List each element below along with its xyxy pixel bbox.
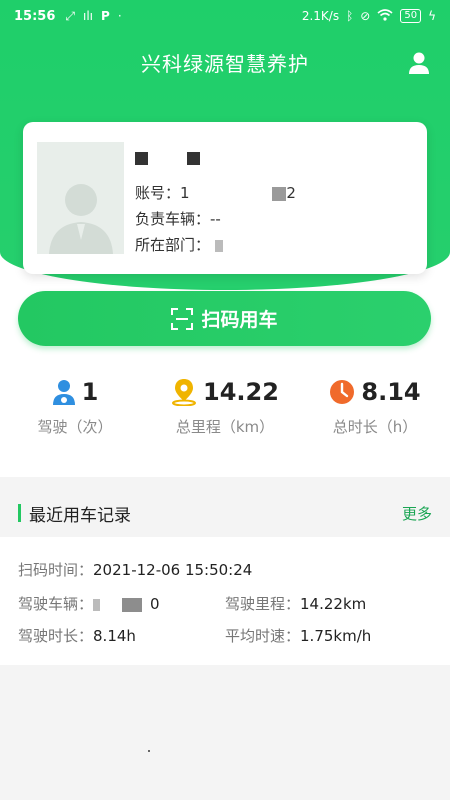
vehicle-value-end: 0: [150, 595, 160, 613]
stat-drives: 1 驾驶（次）: [0, 378, 150, 448]
stat-duration-value: 8.14: [361, 378, 421, 406]
user-profile-button[interactable]: [406, 50, 432, 76]
user-name-masked: [135, 148, 201, 167]
stat-mileage-value: 14.22: [203, 378, 279, 406]
scan-icon: [171, 307, 194, 330]
stat-drives-label: 驾驶（次）: [37, 418, 113, 436]
scan-time-label: 扫码时间：: [18, 561, 94, 579]
account-mask: [272, 186, 287, 201]
scan-to-use-button[interactable]: 扫码用车: [18, 291, 431, 346]
stat-duration: 8.14 总时长（h）: [300, 378, 450, 448]
user-icon: [409, 52, 429, 74]
stat-mileage: 14.22 总里程（km）: [150, 378, 300, 448]
net-speed: 2.1K/s: [301, 9, 340, 23]
vehicle-label: 负责车辆：: [135, 210, 211, 228]
mileage-value: 14.22km: [300, 595, 367, 613]
record-mileage: 驾驶里程：14.22km: [225, 593, 366, 614]
app-title-bar: 兴科绿源智慧养护: [0, 42, 450, 82]
vehicle-mask: [93, 598, 101, 611]
avg-speed-label: 平均时速：: [225, 627, 301, 645]
location-pin-icon: [172, 379, 197, 406]
dot-icon: ·: [117, 9, 122, 23]
recent-records-title: 最近用车记录: [29, 505, 131, 526]
account-line: 账号：1 2: [135, 182, 296, 203]
duration-label: 驾驶时长：: [18, 627, 94, 645]
status-time: 15:56: [14, 8, 56, 24]
avg-speed-value: 1.75km/h: [300, 627, 372, 645]
vehicle-value: --: [210, 210, 221, 228]
record-scan-time: 扫码时间：2021-12-06 15:50:24: [18, 559, 252, 580]
recent-records-header: 最近用车记录 更多: [0, 490, 450, 536]
default-avatar-icon: [48, 184, 113, 254]
account-label: 账号：: [135, 184, 181, 202]
stats-row: 1 驾驶（次） 14.22 总里程（km） 8.14 总时长（h）: [0, 378, 450, 448]
avatar: [37, 142, 124, 254]
record-avg-speed: 平均时速：1.75km/h: [225, 625, 371, 646]
driver-icon: [52, 380, 75, 405]
wifi-icon: [377, 8, 393, 24]
page-title: 兴科绿源智慧养护: [141, 51, 309, 76]
mileage-label: 驾驶里程：: [225, 595, 301, 613]
account-value-start: 1: [180, 184, 190, 202]
stat-drives-value: 1: [81, 378, 99, 406]
mute-icon: ⊘: [360, 9, 371, 23]
stat-mileage-label: 总里程（km）: [175, 418, 275, 436]
vehicle-label: 驾驶车辆：: [18, 595, 94, 613]
vehicle-line: 负责车辆：--: [135, 208, 221, 229]
record-duration: 驾驶时长：8.14h: [18, 625, 136, 646]
scan-button-label: 扫码用车: [201, 309, 278, 331]
department-label: 所在部门：: [135, 236, 211, 254]
department-mask: [214, 239, 223, 252]
bluetooth-icon: ᛒ: [346, 9, 354, 23]
status-bar: 15:56 ⤢ ılı P · 2.1K/s ᛒ ⊘ 50 ϟ: [0, 0, 450, 32]
battery-icon: 50: [400, 9, 422, 23]
profile-card: 账号：1 2 负责车辆：-- 所在部门：: [23, 122, 427, 274]
record-vehicle: 驾驶车辆： 0: [18, 593, 160, 614]
clock-icon: [330, 380, 355, 404]
account-value-end: 2: [286, 184, 296, 202]
charging-icon: ϟ: [428, 9, 436, 23]
sync-icon: ⤢: [65, 8, 75, 23]
parking-app-icon: P: [101, 9, 110, 23]
more-link[interactable]: 更多: [402, 503, 432, 524]
scan-time-value: 2021-12-06 15:50:24: [93, 561, 253, 579]
section-accent-bar: [18, 504, 21, 522]
recent-record-item[interactable]: 扫码时间：2021-12-06 15:50:24 驾驶车辆： 0 驾驶里程：14.…: [0, 537, 450, 665]
vehicle-mask-2: [122, 597, 143, 612]
decorative-dot: [148, 750, 150, 752]
department-line: 所在部门：: [135, 234, 223, 255]
stat-duration-label: 总时长（h）: [332, 418, 418, 436]
duration-value: 8.14h: [93, 627, 136, 645]
signal-activity-icon: ılı: [83, 9, 94, 23]
